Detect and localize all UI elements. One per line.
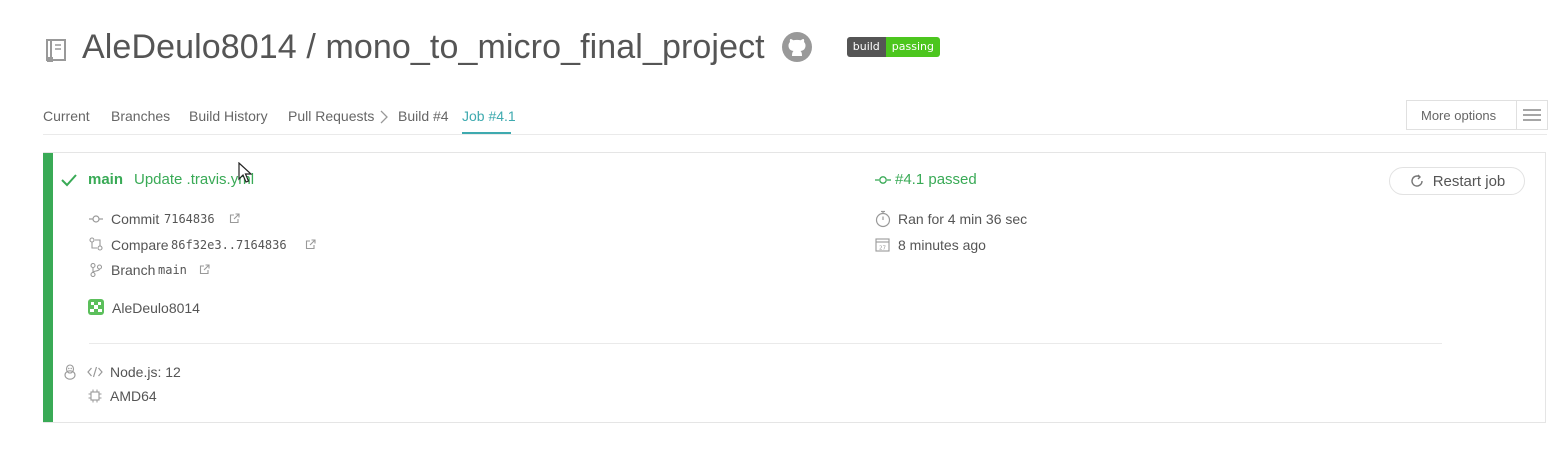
language-info: Node.js: 12 bbox=[110, 364, 181, 380]
calendar-icon: 27 bbox=[875, 238, 890, 252]
hamburger-icon bbox=[1516, 101, 1547, 129]
author-name[interactable]: AleDeulo8014 bbox=[112, 300, 200, 316]
repo-icon bbox=[46, 39, 66, 62]
divider bbox=[89, 343, 1442, 344]
status-stripe bbox=[43, 153, 53, 422]
commit-message[interactable]: Update .travis.yml bbox=[134, 171, 254, 188]
code-icon bbox=[87, 366, 103, 378]
avatar[interactable] bbox=[88, 299, 104, 315]
repo-nav-tabs: Current Branches Build History Pull Requ… bbox=[43, 96, 1547, 135]
restart-job-button[interactable]: Restart job bbox=[1389, 167, 1525, 195]
external-link-icon[interactable] bbox=[199, 264, 210, 275]
check-icon bbox=[61, 174, 77, 187]
tab-job[interactable]: Job #4.1 bbox=[462, 108, 516, 124]
run-duration: Ran for 4 min 36 sec bbox=[898, 211, 1028, 227]
page-title[interactable]: AleDeulo8014 / mono_to_micro_final_proje… bbox=[82, 28, 765, 67]
branch-name-link[interactable]: main bbox=[158, 263, 187, 277]
commit-label: Commit bbox=[111, 211, 160, 227]
arch-info: AMD64 bbox=[110, 388, 157, 404]
compare-icon bbox=[89, 237, 103, 251]
job-status[interactable]: #4.1 passed bbox=[895, 171, 977, 188]
branch-icon bbox=[90, 263, 102, 277]
compare-range-link[interactable]: 86f32e3..7164836 bbox=[171, 238, 287, 252]
external-link-icon[interactable] bbox=[229, 213, 240, 224]
badge-label: build bbox=[846, 37, 886, 57]
stopwatch-icon bbox=[875, 210, 891, 228]
tab-build[interactable]: Build #4 bbox=[398, 108, 449, 124]
github-icon[interactable] bbox=[781, 31, 813, 63]
finished-time: 8 minutes ago bbox=[898, 237, 986, 253]
mouse-cursor-icon bbox=[238, 162, 252, 183]
restart-icon bbox=[1411, 174, 1423, 187]
branch-label: Branch bbox=[111, 262, 156, 278]
tab-current[interactable]: Current bbox=[43, 108, 90, 124]
more-options-button[interactable]: More options bbox=[1406, 100, 1548, 130]
build-status-badge[interactable]: build passing bbox=[846, 37, 940, 57]
external-link-icon[interactable] bbox=[305, 239, 316, 250]
compare-label: Compare bbox=[111, 237, 169, 253]
commit-icon bbox=[89, 215, 103, 223]
active-tab-indicator bbox=[462, 132, 511, 134]
branch-name[interactable]: main bbox=[88, 171, 123, 188]
job-summary-card: main Update .travis.yml #4.1 passed Rest… bbox=[43, 152, 1546, 423]
tab-build-history[interactable]: Build History bbox=[189, 108, 268, 124]
linux-icon bbox=[64, 364, 76, 380]
tab-branches[interactable]: Branches bbox=[111, 108, 170, 124]
more-options-label: More options bbox=[1421, 107, 1497, 123]
chevron-right-icon bbox=[380, 110, 388, 124]
cpu-icon bbox=[88, 389, 102, 403]
repo-header: AleDeulo8014 / mono_to_micro_final_proje… bbox=[44, 24, 940, 70]
restart-job-label: Restart job bbox=[1432, 172, 1506, 190]
tab-pull-requests[interactable]: Pull Requests bbox=[288, 108, 374, 124]
badge-status: passing bbox=[885, 37, 940, 57]
svg-text:27: 27 bbox=[879, 246, 886, 252]
commit-icon bbox=[875, 176, 891, 184]
commit-hash-link[interactable]: 7164836 bbox=[164, 212, 215, 226]
